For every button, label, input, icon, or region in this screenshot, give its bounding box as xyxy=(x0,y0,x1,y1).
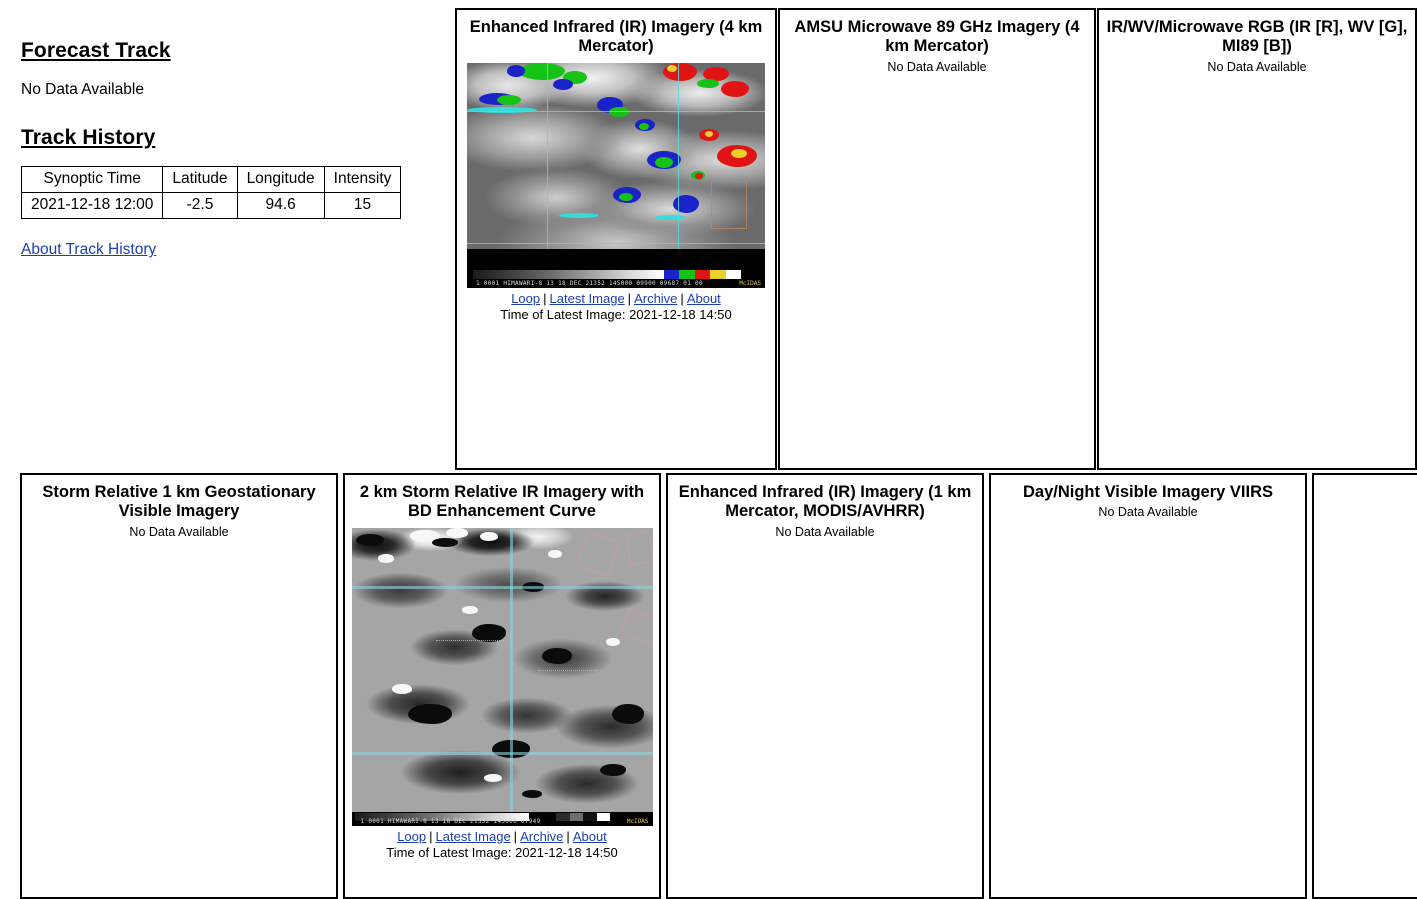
cell-intensity: 15 xyxy=(323,192,402,220)
link-separator: | xyxy=(543,290,547,306)
latest-image-link[interactable]: Latest Image xyxy=(436,829,511,844)
column-header-longitude: Longitude xyxy=(236,165,325,194)
cell-longitude: 94.6 xyxy=(236,192,325,220)
forecast-track-heading: Forecast Track xyxy=(21,39,171,62)
panel-bd-enhancement-2km: 2 km Storm Relative IR Imagery with BD E… xyxy=(343,473,661,899)
panel-title-amsu-microwave-89ghz: AMSU Microwave 89 GHz Imagery (4 km Merc… xyxy=(794,18,1080,56)
satellite-image-bd-enhancement-2km[interactable]: 1 0001 HIMAWARI-8 13 18 DEC 21352 145000… xyxy=(351,527,653,826)
imagery-links-enhanced-ir-4km: Loop | Latest Image | Archive | About xyxy=(457,291,775,306)
no-data-amsu-microwave-89ghz: No Data Available xyxy=(887,59,987,74)
about-track-history-link[interactable]: About Track History xyxy=(21,241,156,259)
column-header-latitude: Latitude xyxy=(162,165,238,194)
panel-ir-wv-microwave-rgb: IR/WV/Microwave RGB (IR [R], WV [G], MI8… xyxy=(1097,8,1417,470)
panel-enhanced-ir-1km-modis-avhrr: Enhanced Infrared (IR) Imagery (1 km Mer… xyxy=(666,473,984,899)
track-history-table: Synoptic Time Latitude Longitude Intensi… xyxy=(20,165,402,220)
track-summary-column: Forecast Track No Data Available Track H… xyxy=(0,0,450,470)
track-history-heading: Track History xyxy=(21,126,156,149)
link-separator: | xyxy=(680,290,684,306)
panel-title-bd-enhancement-2km: 2 km Storm Relative IR Imagery with BD E… xyxy=(359,483,645,521)
panel-enhanced-ir-4km: Enhanced Infrared (IR) Imagery (4 km Mer… xyxy=(455,8,777,470)
loop-link[interactable]: Loop xyxy=(511,291,540,306)
panel-amsu-microwave-89ghz: AMSU Microwave 89 GHz Imagery (4 km Merc… xyxy=(778,8,1096,470)
forecast-track-no-data: No Data Available xyxy=(21,81,144,98)
link-separator: | xyxy=(429,828,433,844)
panel-title-ir-wv-microwave-rgb: IR/WV/Microwave RGB (IR [R], WV [G], MI8… xyxy=(1106,18,1408,56)
latest-image-time-bd-enhancement-2km: Time of Latest Image: 2021-12-18 14:50 xyxy=(386,844,618,860)
cell-synoptic-time: 2021-12-18 12:00 xyxy=(20,192,164,220)
bd-colorbar: 1 0001 HIMAWARI-8 13 18 DEC 21352 145000… xyxy=(351,811,653,826)
ir-image-banner-text: 1 0001 HIMAWARI-8 13 18 DEC 21352 145000… xyxy=(475,279,703,287)
latest-image-link[interactable]: Latest Image xyxy=(550,291,625,306)
table-row: 2021-12-18 12:00 -2.5 94.6 15 xyxy=(20,192,402,220)
loop-link[interactable]: Loop xyxy=(397,829,426,844)
column-header-intensity: Intensity xyxy=(323,165,402,194)
imagery-links-bd-enhancement-2km: Loop | Latest Image | Archive | About xyxy=(345,829,659,844)
panel-title-storm-relative-1km-visible: Storm Relative 1 km Geostationary Visibl… xyxy=(42,483,316,521)
panel-day-night-visible-viirs: Day/Night Visible Imagery VIIRS No Data … xyxy=(989,473,1307,899)
bd-image-banner-text: 1 0001 HIMAWARI-8 13 18 DEC 21352 145000… xyxy=(360,817,541,825)
no-data-day-night-visible-viirs: No Data Available xyxy=(1098,505,1198,520)
about-link[interactable]: About xyxy=(573,829,607,844)
bd-image-credit: McIDAS xyxy=(626,817,649,825)
panel-title-enhanced-ir-1km-modis-avhrr: Enhanced Infrared (IR) Imagery (1 km Mer… xyxy=(678,483,972,521)
link-separator: | xyxy=(566,828,570,844)
panel-storm-relative-1km-visible: Storm Relative 1 km Geostationary Visibl… xyxy=(20,473,338,899)
panel-title-day-night-visible-viirs: Day/Night Visible Imagery VIIRS xyxy=(1022,483,1274,501)
ir-colorbar: 1 0001 HIMAWARI-8 13 18 DEC 21352 145000… xyxy=(467,266,765,288)
latest-image-time-enhanced-ir-4km: Time of Latest Image: 2021-12-18 14:50 xyxy=(500,306,732,322)
table-header-row: Synoptic Time Latitude Longitude Intensi… xyxy=(20,165,402,194)
cell-latitude: -2.5 xyxy=(162,192,238,220)
no-data-storm-relative-1km-visible: No Data Available xyxy=(129,524,229,539)
link-separator: | xyxy=(513,828,518,844)
panel-title-enhanced-ir-4km: Enhanced Infrared (IR) Imagery (4 km Mer… xyxy=(469,18,763,56)
satellite-image-enhanced-ir-4km[interactable]: 1 0001 HIMAWARI-8 13 18 DEC 21352 145000… xyxy=(467,62,765,288)
archive-link[interactable]: Archive xyxy=(520,829,563,844)
column-header-synoptic-time: Synoptic Time xyxy=(20,165,164,194)
no-data-ir-wv-microwave-rgb: No Data Available xyxy=(1207,59,1307,74)
link-separator: | xyxy=(627,290,632,306)
archive-link[interactable]: Archive xyxy=(634,291,677,306)
ir-image-credit: McIDAS xyxy=(739,279,761,287)
about-link[interactable]: About xyxy=(687,291,721,306)
panel-next-partial xyxy=(1312,473,1417,899)
no-data-enhanced-ir-1km-modis-avhrr: No Data Available xyxy=(775,524,875,539)
